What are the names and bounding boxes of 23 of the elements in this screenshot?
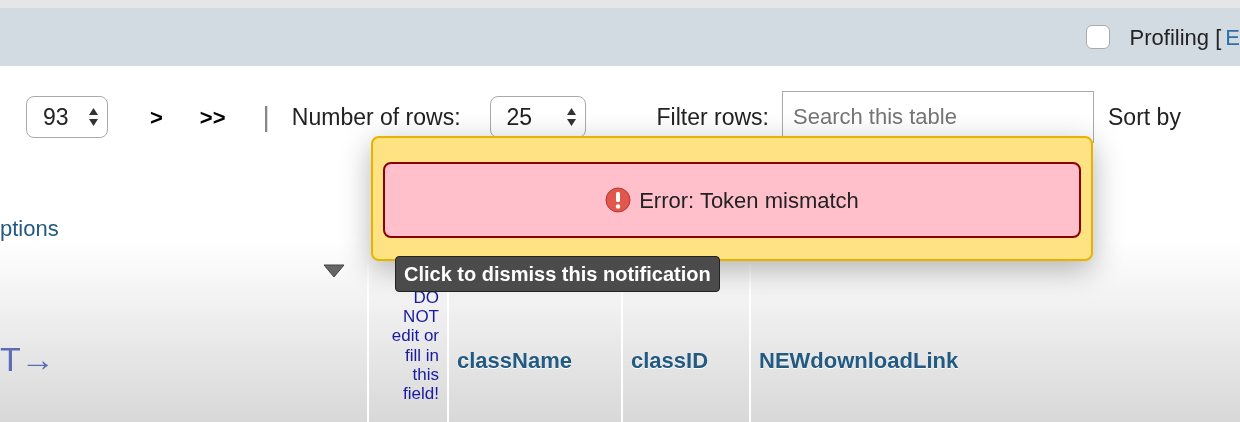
sort-label: Sort by (1108, 102, 1181, 132)
profiling-checkbox[interactable] (1085, 25, 1110, 49)
profiling-label: Profiling [ (1129, 23, 1222, 52)
spinner-icon[interactable] (565, 106, 577, 128)
spinner-icon[interactable] (88, 106, 99, 128)
dismiss-tooltip: Click to dismiss this notification (395, 256, 720, 292)
column-toggle-link[interactable]: T→ (0, 342, 55, 376)
edit-link[interactable]: E (1225, 20, 1240, 54)
next-button[interactable]: > (150, 100, 163, 134)
rows-select[interactable]: 25 (489, 96, 586, 138)
column-header[interactable]: className (457, 343, 572, 377)
page-select[interactable]: 93 (26, 96, 108, 138)
column-header[interactable]: classID (631, 343, 709, 377)
column-header[interactable]: NEWdownloadLink (759, 343, 959, 377)
separator: | (262, 100, 270, 134)
filter-label: Filter rows: (656, 102, 769, 132)
error-icon (605, 187, 632, 213)
last-button[interactable]: >> (199, 100, 226, 134)
rows-label: Number of rows: (291, 102, 461, 132)
options-link[interactable]: ptions (0, 216, 59, 241)
notification-panel[interactable]: Error: Token mismatch (371, 136, 1093, 261)
sort-triangle-icon[interactable] (323, 264, 345, 278)
error-text: Error: Token mismatch (639, 186, 859, 215)
